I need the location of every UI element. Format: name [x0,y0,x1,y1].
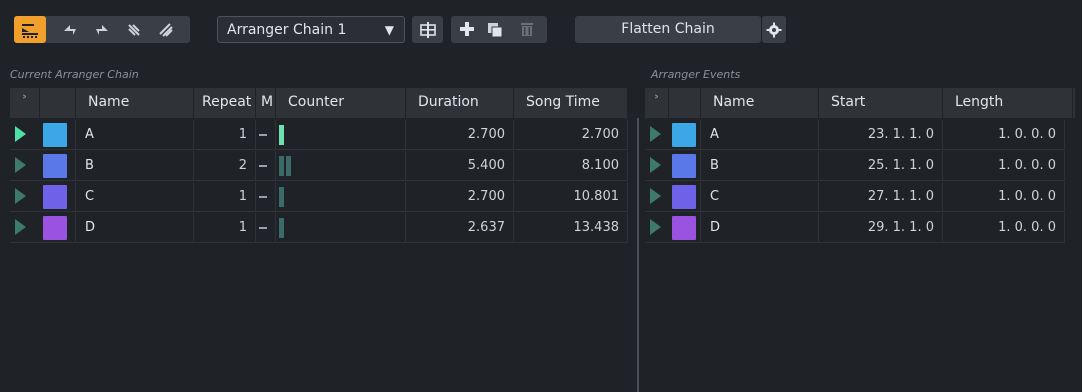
flatten-chain-button[interactable]: Flatten Chain [575,16,761,43]
event-name: B [701,151,819,181]
row-repeat[interactable]: 2 [194,151,256,181]
settings-button[interactable] [762,16,786,43]
mode-dash-icon [259,134,267,136]
row-duration: 2.637 [406,213,514,243]
name-column-header[interactable]: Name [76,88,194,118]
counter-column-header[interactable]: Counter [276,88,406,118]
loop-mode-icon[interactable] [118,16,150,43]
event-start[interactable]: 29. 1. 1. 0 [819,213,943,243]
add-chain-icon[interactable] [459,21,475,41]
row-counter [276,213,406,243]
event-start[interactable]: 23. 1. 1. 0 [819,120,943,150]
play-icon[interactable] [650,157,661,173]
row-duration: 5.400 [406,151,514,181]
arranger-events-header: ˃ Name Start Length [645,88,1075,118]
jump-forward-icon[interactable] [86,16,118,43]
event-name: C [701,182,819,212]
play-icon[interactable] [15,219,26,235]
row-name: A [76,120,194,150]
event-name: A [701,120,819,150]
dropdown-arrow-icon: ▼ [384,23,394,37]
select-column-header[interactable]: ˃ [645,88,669,118]
play-icon[interactable] [650,188,661,204]
arranger-chain-select-value: Arranger Chain 1 [227,22,347,38]
mode-dash-icon [259,227,267,229]
row-name: D [76,213,194,243]
arranger-mode-group [14,16,190,43]
select-column-header[interactable]: ˃ [10,88,40,118]
color-swatch [672,123,696,147]
jump-backward-icon[interactable] [54,16,86,43]
color-swatch [43,154,67,178]
row-repeat[interactable]: 1 [194,182,256,212]
edit-chain-button[interactable] [412,16,443,43]
cycle-mode-icon[interactable] [150,16,182,43]
row-song-time: 13.438 [514,213,628,243]
event-start[interactable]: 25. 1. 1. 0 [819,151,943,181]
event-row[interactable]: A 23. 1. 1. 0 1. 0. 0. 0 [645,120,1075,151]
edit-chain-icon [419,21,436,38]
color-swatch [672,185,696,209]
current-chain-header: ˃ Name Repeat M Counter Duration Song Ti… [10,88,628,118]
mode-dash-icon [259,196,267,198]
event-start[interactable]: 27. 1. 1. 0 [819,182,943,212]
panel-divider[interactable] [637,118,639,392]
duration-column-header[interactable]: Duration [406,88,514,118]
duplicate-chain-icon[interactable] [487,22,503,42]
flatten-chain-label: Flatten Chain [621,21,715,37]
event-length[interactable]: 1. 0. 0. 0 [943,213,1065,243]
color-column-header[interactable] [669,88,701,118]
event-row[interactable]: C 27. 1. 1. 0 1. 0. 0. 0 [645,182,1075,213]
color-swatch [43,123,67,147]
row-repeat[interactable]: 1 [194,120,256,150]
delete-chain-icon[interactable] [519,21,535,41]
row-song-time: 8.100 [514,151,628,181]
arranger-events-title: Arranger Events [651,68,741,81]
event-length[interactable]: 1. 0. 0. 0 [943,120,1065,150]
chain-row[interactable]: D 1 2.637 13.438 [10,213,628,244]
length-column-header[interactable]: Length [943,88,1073,118]
event-row[interactable]: B 25. 1. 1. 0 1. 0. 0. 0 [645,151,1075,182]
play-icon[interactable] [15,126,26,142]
row-counter [276,120,406,150]
play-icon[interactable] [15,157,26,173]
row-duration: 2.700 [406,182,514,212]
mode-column-header[interactable]: M [256,88,276,118]
start-column-header[interactable]: Start [819,88,943,118]
chain-row[interactable]: A 1 2.700 2.700 [10,120,628,151]
row-song-time: 10.801 [514,182,628,212]
row-counter [276,151,406,181]
row-song-time: 2.700 [514,120,628,150]
play-icon[interactable] [650,126,661,142]
event-name: D [701,213,819,243]
row-repeat[interactable]: 1 [194,213,256,243]
repeat-column-header[interactable]: Repeat [194,88,256,118]
chain-row[interactable]: C 1 2.700 10.801 [10,182,628,213]
name-column-header[interactable]: Name [701,88,819,118]
color-column-header[interactable] [40,88,76,118]
arranger-chain-select[interactable]: Arranger Chain 1 ▼ [217,16,405,43]
event-row[interactable]: D 29. 1. 1. 0 1. 0. 0. 0 [645,213,1075,244]
play-icon[interactable] [650,219,661,235]
event-length[interactable]: 1. 0. 0. 0 [943,182,1065,212]
row-name: C [76,182,194,212]
arranger-mode-icon[interactable] [14,16,46,43]
play-icon[interactable] [15,188,26,204]
color-swatch [672,216,696,240]
row-name: B [76,151,194,181]
song-time-column-header[interactable]: Song Time [514,88,628,118]
color-swatch [672,154,696,178]
chain-row[interactable]: B 2 5.400 8.100 [10,151,628,182]
color-swatch [43,216,67,240]
chain-actions-group [451,16,547,43]
gear-icon [766,22,782,37]
row-duration: 2.700 [406,120,514,150]
color-swatch [43,185,67,209]
event-length[interactable]: 1. 0. 0. 0 [943,151,1065,181]
mode-dash-icon [259,165,267,167]
row-counter [276,182,406,212]
current-chain-title: Current Arranger Chain [10,68,139,81]
toolbar: Arranger Chain 1 ▼ Flatten Chain [0,0,1082,58]
